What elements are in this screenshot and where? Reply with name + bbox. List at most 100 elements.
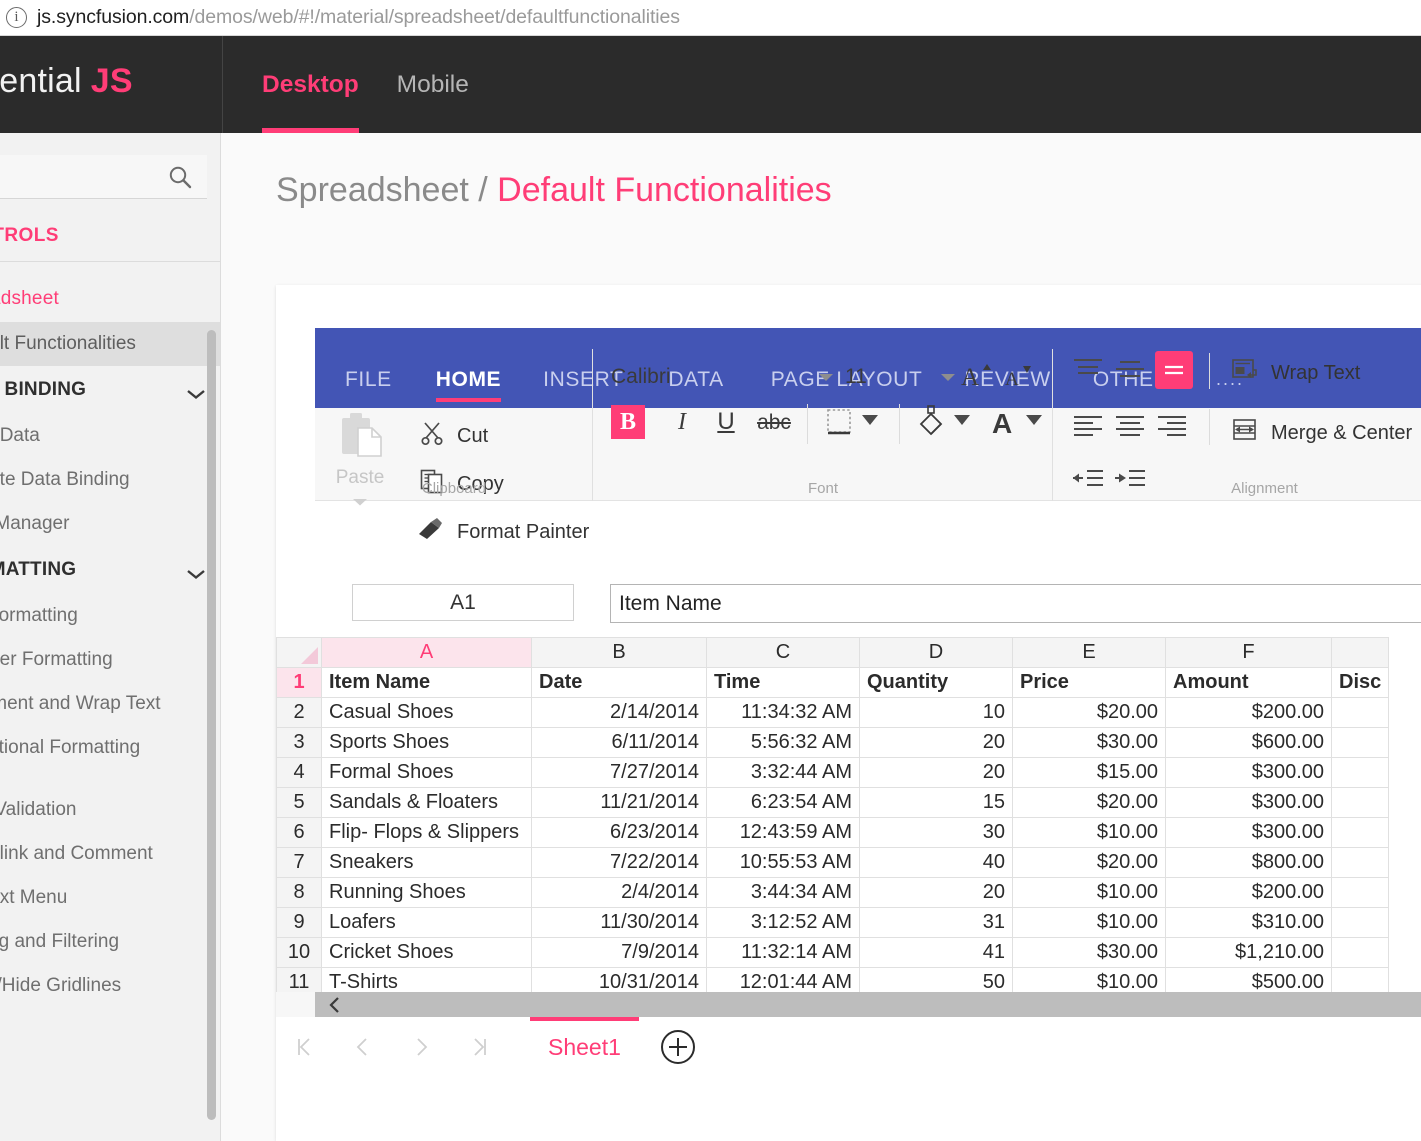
cell-e3[interactable]: $30.00	[1013, 728, 1166, 758]
cell-c4[interactable]: 3:32:44 AM	[707, 758, 860, 788]
cell-b5[interactable]: 11/21/2014	[532, 788, 707, 818]
cell-d11[interactable]: 50	[860, 968, 1013, 993]
row-header-2[interactable]: 2	[277, 698, 322, 728]
cell-f11[interactable]: $500.00	[1166, 968, 1332, 993]
sidebar-item-local-data[interactable]: Local Data	[0, 414, 221, 458]
prev-sheet-button[interactable]	[334, 1017, 392, 1077]
cell-f6[interactable]: $300.00	[1166, 818, 1332, 848]
italic-button[interactable]: I	[665, 405, 699, 439]
align-top-button[interactable]	[1071, 355, 1105, 383]
column-header-a[interactable]: A	[322, 638, 532, 668]
cell-g11-clipped[interactable]	[1332, 968, 1389, 993]
font-name-dropdown[interactable]: Calibri	[611, 362, 833, 392]
search-input[interactable]	[0, 155, 207, 199]
bold-button[interactable]: B	[611, 405, 645, 439]
next-sheet-button[interactable]	[392, 1017, 450, 1077]
name-box[interactable]: A1	[352, 584, 574, 621]
cell-d7[interactable]: 40	[860, 848, 1013, 878]
row-header-9[interactable]: 9	[277, 908, 322, 938]
site-info-icon[interactable]: i	[6, 7, 27, 28]
cell-e9[interactable]: $10.00	[1013, 908, 1166, 938]
increase-font-size-button[interactable]: A	[961, 360, 995, 390]
column-header-c[interactable]: C	[707, 638, 860, 668]
cell-b4[interactable]: 7/27/2014	[532, 758, 707, 788]
ribbon-tab-file[interactable]: FILE	[345, 368, 392, 408]
decrease-font-size-button[interactable]: A	[1005, 362, 1037, 390]
sidebar-item-context-menu[interactable]: Context Menu	[0, 876, 221, 920]
cell-d6[interactable]: 30	[860, 818, 1013, 848]
sidebar-item-hyperlink-comment[interactable]: Hyperlink and Comment	[0, 832, 221, 876]
cell-f4[interactable]: $300.00	[1166, 758, 1332, 788]
cell-a1[interactable]: Item Name	[322, 668, 532, 698]
sidebar-item-conditional-formatting[interactable]: Conditional Formatting	[0, 726, 221, 770]
cell-c7[interactable]: 10:55:53 AM	[707, 848, 860, 878]
cell-f3[interactable]: $600.00	[1166, 728, 1332, 758]
cell-e5[interactable]: $20.00	[1013, 788, 1166, 818]
formula-bar-input[interactable]: Item Name	[610, 584, 1421, 623]
fill-color-button[interactable]	[915, 404, 947, 438]
cell-e6[interactable]: $10.00	[1013, 818, 1166, 848]
row-header-10[interactable]: 10	[277, 938, 322, 968]
cell-d8[interactable]: 20	[860, 878, 1013, 908]
sidebar-scrollbar[interactable]	[207, 330, 216, 1120]
sidebar-item-show-hide-gridlines[interactable]: Show/Hide Gridlines	[0, 964, 221, 1008]
cell-d4[interactable]: 20	[860, 758, 1013, 788]
column-header-b[interactable]: B	[532, 638, 707, 668]
cell-e8[interactable]: $10.00	[1013, 878, 1166, 908]
cell-a2[interactable]: Casual Shoes	[322, 698, 532, 728]
row-header-11[interactable]: 11	[277, 968, 322, 993]
cell-c11[interactable]: 12:01:44 AM	[707, 968, 860, 993]
cell-c10[interactable]: 11:32:14 AM	[707, 938, 860, 968]
sidebar-item-number-formatting[interactable]: Number Formatting	[0, 638, 221, 682]
merge-center-button[interactable]: Merge & Center	[1231, 417, 1421, 449]
cell-e11[interactable]: $10.00	[1013, 968, 1166, 993]
cell-a3[interactable]: Sports Shoes	[322, 728, 532, 758]
cell-g9-clipped[interactable]	[1332, 908, 1389, 938]
cell-b9[interactable]: 11/30/2014	[532, 908, 707, 938]
cell-e10[interactable]: $30.00	[1013, 938, 1166, 968]
sidebar-item-alignment-wrap-text[interactable]: Alignment and Wrap Text	[0, 682, 221, 726]
tab-mobile[interactable]: Mobile	[397, 36, 469, 133]
cell-c5[interactable]: 6:23:54 AM	[707, 788, 860, 818]
cell-b8[interactable]: 2/4/2014	[532, 878, 707, 908]
cell-g1-clipped[interactable]: Disc	[1332, 668, 1389, 698]
column-header-e[interactable]: E	[1013, 638, 1166, 668]
cell-f7[interactable]: $800.00	[1166, 848, 1332, 878]
cell-c3[interactable]: 5:56:32 AM	[707, 728, 860, 758]
font-color-dropdown-icon[interactable]	[1025, 414, 1043, 426]
cell-b1[interactable]: Date	[532, 668, 707, 698]
cell-a9[interactable]: Loafers	[322, 908, 532, 938]
ribbon-tab-home[interactable]: HOME	[436, 368, 501, 408]
cell-f2[interactable]: $200.00	[1166, 698, 1332, 728]
column-header-f[interactable]: F	[1166, 638, 1332, 668]
row-header-4[interactable]: 4	[277, 758, 322, 788]
brand-logo[interactable]: EssentialJS	[0, 62, 133, 101]
cell-f1[interactable]: Amount	[1166, 668, 1332, 698]
cell-g2-clipped[interactable]	[1332, 698, 1389, 728]
cell-e7[interactable]: $20.00	[1013, 848, 1166, 878]
spreadsheet-grid[interactable]: A B C D E F 1 Item Name D	[276, 637, 1421, 992]
cell-a11[interactable]: T-Shirts	[322, 968, 532, 993]
add-sheet-icon[interactable]	[661, 1030, 695, 1064]
sidebar-group-spreadsheet[interactable]: Spreadsheet	[0, 262, 221, 322]
cell-c1[interactable]: Time	[707, 668, 860, 698]
cell-g3-clipped[interactable]	[1332, 728, 1389, 758]
align-right-button[interactable]	[1155, 413, 1189, 439]
underline-button[interactable]: U	[709, 405, 743, 439]
cell-g4-clipped[interactable]	[1332, 758, 1389, 788]
cell-b10[interactable]: 7/9/2014	[532, 938, 707, 968]
cell-f10[interactable]: $1,210.00	[1166, 938, 1332, 968]
sidebar-item-remote-data-binding[interactable]: Remote Data Binding	[0, 458, 221, 502]
cell-b6[interactable]: 6/23/2014	[532, 818, 707, 848]
sheet-tab-sheet1[interactable]: Sheet1	[530, 1017, 639, 1077]
align-bottom-button[interactable]	[1155, 351, 1193, 389]
row-header-7[interactable]: 7	[277, 848, 322, 878]
cell-b11[interactable]: 10/31/2014	[532, 968, 707, 993]
cell-c2[interactable]: 11:34:32 AM	[707, 698, 860, 728]
cell-d9[interactable]: 31	[860, 908, 1013, 938]
cell-c8[interactable]: 3:44:34 AM	[707, 878, 860, 908]
cell-d2[interactable]: 10	[860, 698, 1013, 728]
cell-a10[interactable]: Cricket Shoes	[322, 938, 532, 968]
row-header-3[interactable]: 3	[277, 728, 322, 758]
sidebar-item-data-validation[interactable]: Data Validation	[0, 788, 221, 832]
